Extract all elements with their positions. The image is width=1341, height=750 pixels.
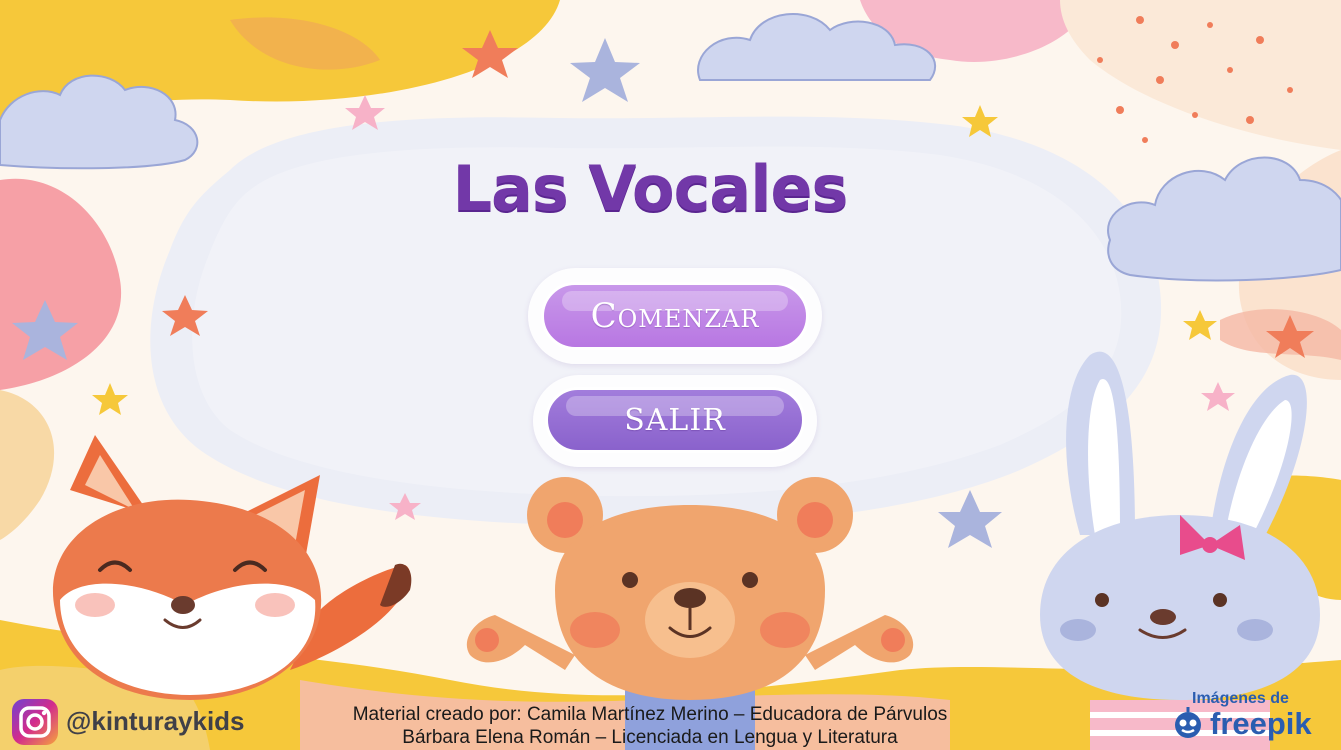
credits-text: Material creado por: Camila Martínez Mer… (300, 703, 1000, 749)
bunny-character (1040, 351, 1320, 750)
exit-button-label: SALIR (624, 402, 726, 438)
credits-line-1: Material creado por: Camila Martínez Mer… (352, 704, 948, 725)
attribution-brand: freepik (1210, 706, 1312, 741)
fox-character (0, 435, 412, 750)
credits-line-2: Bárbara Elena Román – Licenciada en Leng… (402, 727, 898, 748)
game-title-screen: Las Vocales Comenzar SALIR @kinturaykids… (0, 0, 1341, 750)
game-title: Las Vocales (452, 152, 849, 225)
instagram-icon (12, 699, 58, 745)
exit-button[interactable]: SALIR (545, 387, 805, 453)
start-button-label: Comenzar (590, 296, 760, 336)
instagram-handle: @kinturaykids (66, 706, 245, 736)
freepik-logo-icon (1175, 707, 1201, 738)
start-button[interactable]: Comenzar (541, 282, 809, 350)
